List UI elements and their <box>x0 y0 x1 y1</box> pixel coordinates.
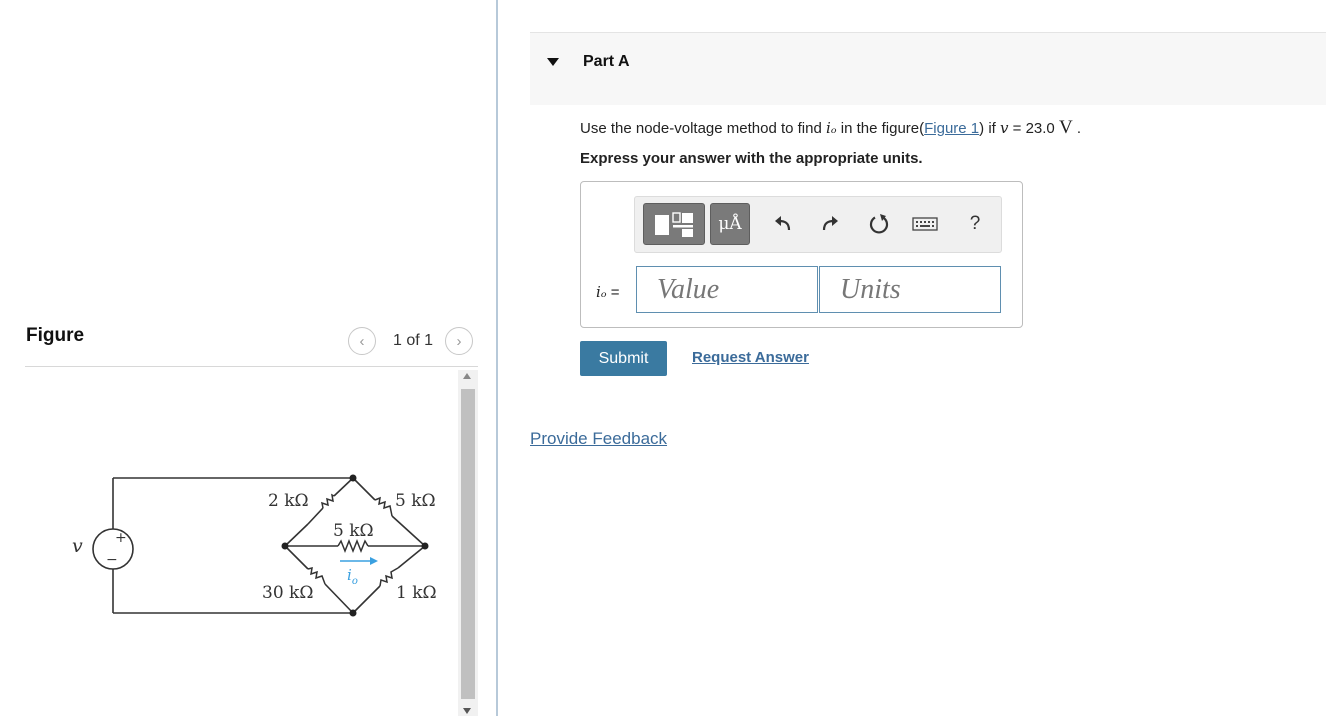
voltage-value: = 23.0 <box>1008 120 1059 137</box>
help-icon: ? <box>969 213 981 234</box>
pane-divider[interactable] <box>496 0 498 716</box>
undo-icon <box>775 216 791 231</box>
question-text: Use the node-voltage method to find iₒ i… <box>580 117 1081 139</box>
pager-label: 1 of 1 <box>393 332 434 349</box>
caret-down-icon[interactable] <box>547 58 559 66</box>
question-prefix: Use the node-voltage method to find <box>580 120 826 137</box>
value-input[interactable]: Value <box>636 266 818 313</box>
current-label: io <box>347 566 358 587</box>
source-plus: + <box>115 530 127 546</box>
resistor-bottom-left-label: 30 kΩ <box>262 583 313 603</box>
answer-variable: iₒ <box>596 283 607 301</box>
source-voltage-label: v <box>72 535 83 557</box>
reset-button[interactable] <box>865 210 893 238</box>
figure-pager: ‹ 1 of 1 › <box>348 325 474 357</box>
next-figure-button[interactable]: › <box>445 327 474 355</box>
reset-icon <box>869 214 889 234</box>
source-minus: − <box>106 552 118 568</box>
chevron-left-icon: ‹ <box>359 332 365 350</box>
question-mid: in the figure( <box>836 120 925 137</box>
redo-button[interactable] <box>816 210 844 238</box>
provide-feedback-link[interactable]: Provide Feedback <box>530 429 667 449</box>
keyboard-button[interactable] <box>911 210 939 238</box>
question-variable: iₒ <box>826 119 837 137</box>
templates-icon <box>655 212 693 237</box>
resistor-middle-label: 5 kΩ <box>333 521 374 541</box>
equals-sign: = <box>610 284 620 301</box>
request-answer-link[interactable]: Request Answer <box>692 349 809 366</box>
voltage-unit: V <box>1058 117 1073 138</box>
chevron-right-icon: › <box>456 332 462 350</box>
resistor-top-right-label: 5 kΩ <box>395 491 436 511</box>
figure-title: Figure <box>26 325 85 346</box>
answer-variable-label: iₒ = <box>596 283 620 301</box>
circuit-figure: + − v 2 kΩ 5 kΩ 5 kΩ 30 kΩ 1 kΩ io <box>72 474 437 617</box>
figure-divider <box>25 366 478 367</box>
prev-figure-button[interactable]: ‹ <box>348 327 376 355</box>
figure-pane: Figure ‹ 1 of 1 › + − v 2 kΩ 5 kΩ 5 kΩ 3… <box>0 0 496 716</box>
answer-box: μÅ ? iₒ = Value Units <box>580 181 1023 328</box>
units-button[interactable]: μÅ <box>710 203 750 245</box>
instruction-text: Express your answer with the appropriate… <box>580 150 923 167</box>
units-input[interactable]: Units <box>819 266 1001 313</box>
question-mid2: ) if <box>979 120 1000 137</box>
submit-button[interactable]: Submit <box>580 341 667 376</box>
redo-icon <box>822 216 838 231</box>
resistor-top-left-label: 2 kΩ <box>268 491 309 511</box>
question-end: . <box>1072 120 1082 137</box>
figure-link[interactable]: Figure 1 <box>924 120 979 137</box>
part-header[interactable]: Part A <box>530 32 1326 105</box>
resistor-bottom-right-label: 1 kΩ <box>396 583 437 603</box>
scroll-down-arrow-icon[interactable] <box>463 708 471 714</box>
figure-scrollbar[interactable] <box>458 370 478 716</box>
undo-button[interactable] <box>769 210 797 238</box>
part-title: Part A <box>583 53 630 70</box>
keyboard-icon <box>912 217 938 231</box>
units-icon: μÅ <box>718 214 742 234</box>
help-button[interactable]: ? <box>961 210 989 238</box>
scroll-thumb[interactable] <box>461 389 475 699</box>
math-toolbar: μÅ ? <box>634 196 1002 253</box>
templates-button[interactable] <box>643 203 705 245</box>
scroll-up-arrow-icon[interactable] <box>463 373 471 379</box>
